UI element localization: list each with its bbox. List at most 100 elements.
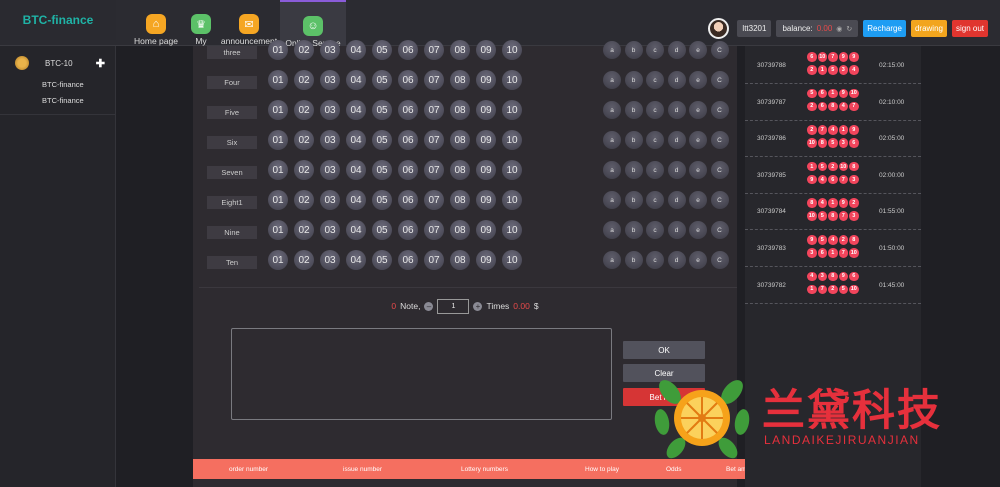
quick-select-button[interactable]: a [603, 221, 621, 239]
number-button[interactable]: 02 [294, 70, 314, 90]
quick-select-button[interactable]: c [646, 131, 664, 149]
number-button[interactable]: 06 [398, 70, 418, 90]
number-button[interactable]: 07 [424, 220, 444, 240]
number-button[interactable]: 10 [502, 250, 522, 270]
drawing-button[interactable]: drawing [910, 20, 947, 37]
quick-select-button[interactable]: b [624, 221, 643, 239]
number-button[interactable]: 06 [398, 100, 418, 120]
quick-select-button[interactable]: c [646, 71, 664, 89]
quick-select-button[interactable]: C [710, 161, 729, 179]
number-button[interactable]: 05 [372, 220, 392, 240]
sidebar-game-header[interactable]: BTC-10 ✚ [15, 53, 105, 73]
number-button[interactable]: 04 [346, 40, 366, 60]
number-button[interactable]: 03 [320, 160, 340, 180]
quick-select-button[interactable]: b [624, 191, 643, 209]
number-button[interactable]: 02 [294, 100, 314, 120]
number-button[interactable]: 06 [398, 40, 418, 60]
number-button[interactable]: 07 [424, 190, 444, 210]
number-button[interactable]: 05 [372, 40, 392, 60]
number-button[interactable]: 10 [502, 100, 522, 120]
quick-select-button[interactable]: d [667, 161, 686, 179]
quick-select-button[interactable]: e [689, 161, 707, 179]
number-button[interactable]: 02 [294, 250, 314, 270]
quick-select-button[interactable]: b [624, 131, 643, 149]
number-button[interactable]: 03 [320, 220, 340, 240]
number-button[interactable]: 03 [320, 130, 340, 150]
number-button[interactable]: 07 [424, 40, 444, 60]
number-button[interactable]: 09 [476, 70, 496, 90]
number-button[interactable]: 10 [502, 70, 522, 90]
number-button[interactable]: 10 [502, 160, 522, 180]
number-button[interactable]: 06 [398, 130, 418, 150]
quick-select-button[interactable]: C [710, 41, 729, 59]
number-button[interactable]: 03 [320, 100, 340, 120]
number-button[interactable]: 04 [346, 220, 366, 240]
quick-select-button[interactable]: c [646, 101, 664, 119]
number-button[interactable]: 09 [476, 160, 496, 180]
number-button[interactable]: 10 [502, 130, 522, 150]
number-button[interactable]: 06 [398, 220, 418, 240]
quick-select-button[interactable]: C [710, 251, 729, 269]
number-button[interactable]: 03 [320, 250, 340, 270]
number-button[interactable]: 09 [476, 100, 496, 120]
number-button[interactable]: 02 [294, 160, 314, 180]
brand-logo[interactable]: BTC-finance [0, 0, 116, 40]
sidebar-item-btc-finance[interactable]: BTC-finance [42, 96, 84, 105]
number-button[interactable]: 02 [294, 220, 314, 240]
minus-icon[interactable]: – [424, 301, 434, 311]
number-button[interactable]: 01 [268, 160, 288, 180]
quick-select-button[interactable]: C [710, 101, 729, 119]
number-button[interactable]: 04 [346, 160, 366, 180]
column-header[interactable]: Odds [666, 466, 682, 473]
number-button[interactable]: 04 [346, 190, 366, 210]
number-button[interactable]: 09 [476, 130, 496, 150]
column-header[interactable]: order number [229, 466, 268, 473]
number-button[interactable]: 01 [268, 130, 288, 150]
number-button[interactable]: 05 [372, 130, 392, 150]
quick-select-button[interactable]: d [667, 101, 686, 119]
recharge-button[interactable]: Recharge [863, 20, 906, 37]
quick-select-button[interactable]: b [624, 161, 643, 179]
number-button[interactable]: 08 [450, 100, 470, 120]
number-button[interactable]: 09 [476, 250, 496, 270]
username-badge[interactable]: ltt3201 [737, 20, 772, 37]
nav-item-0[interactable]: ⌂ Home page [128, 0, 184, 46]
sidebar-item-btc-finance[interactable]: BTC-finance [42, 80, 84, 89]
number-button[interactable]: 05 [372, 160, 392, 180]
number-button[interactable]: 08 [450, 40, 470, 60]
quick-select-button[interactable]: d [667, 191, 686, 209]
quick-select-button[interactable]: C [710, 191, 729, 209]
bet-textarea[interactable] [231, 328, 612, 420]
quick-select-button[interactable]: c [646, 221, 664, 239]
number-button[interactable]: 08 [450, 190, 470, 210]
quick-select-button[interactable]: C [710, 221, 729, 239]
number-button[interactable]: 09 [476, 220, 496, 240]
quick-select-button[interactable]: e [689, 191, 707, 209]
signout-button[interactable]: sign out [951, 20, 988, 37]
quick-select-button[interactable]: C [710, 71, 729, 89]
number-button[interactable]: 03 [320, 190, 340, 210]
number-button[interactable]: 10 [502, 190, 522, 210]
number-button[interactable]: 08 [450, 220, 470, 240]
number-button[interactable]: 05 [372, 70, 392, 90]
number-button[interactable]: 08 [450, 250, 470, 270]
number-button[interactable]: 10 [502, 40, 522, 60]
quick-select-button[interactable]: e [689, 221, 707, 239]
number-button[interactable]: 03 [320, 40, 340, 60]
quick-select-button[interactable]: d [667, 41, 686, 59]
number-button[interactable]: 05 [372, 100, 392, 120]
number-button[interactable]: 01 [268, 100, 288, 120]
quick-select-button[interactable]: b [624, 101, 643, 119]
plus-icon[interactable]: ✚ [96, 57, 105, 70]
quick-select-button[interactable]: a [603, 161, 621, 179]
number-button[interactable]: 04 [346, 100, 366, 120]
number-button[interactable]: 01 [268, 40, 288, 60]
number-button[interactable]: 07 [424, 70, 444, 90]
number-button[interactable]: 01 [268, 70, 288, 90]
column-header[interactable]: How to play [585, 466, 619, 473]
quick-select-button[interactable]: c [646, 251, 664, 269]
quick-select-button[interactable]: a [603, 71, 621, 89]
number-button[interactable]: 07 [424, 130, 444, 150]
quick-select-button[interactable]: c [646, 191, 664, 209]
quick-select-button[interactable]: e [689, 41, 707, 59]
